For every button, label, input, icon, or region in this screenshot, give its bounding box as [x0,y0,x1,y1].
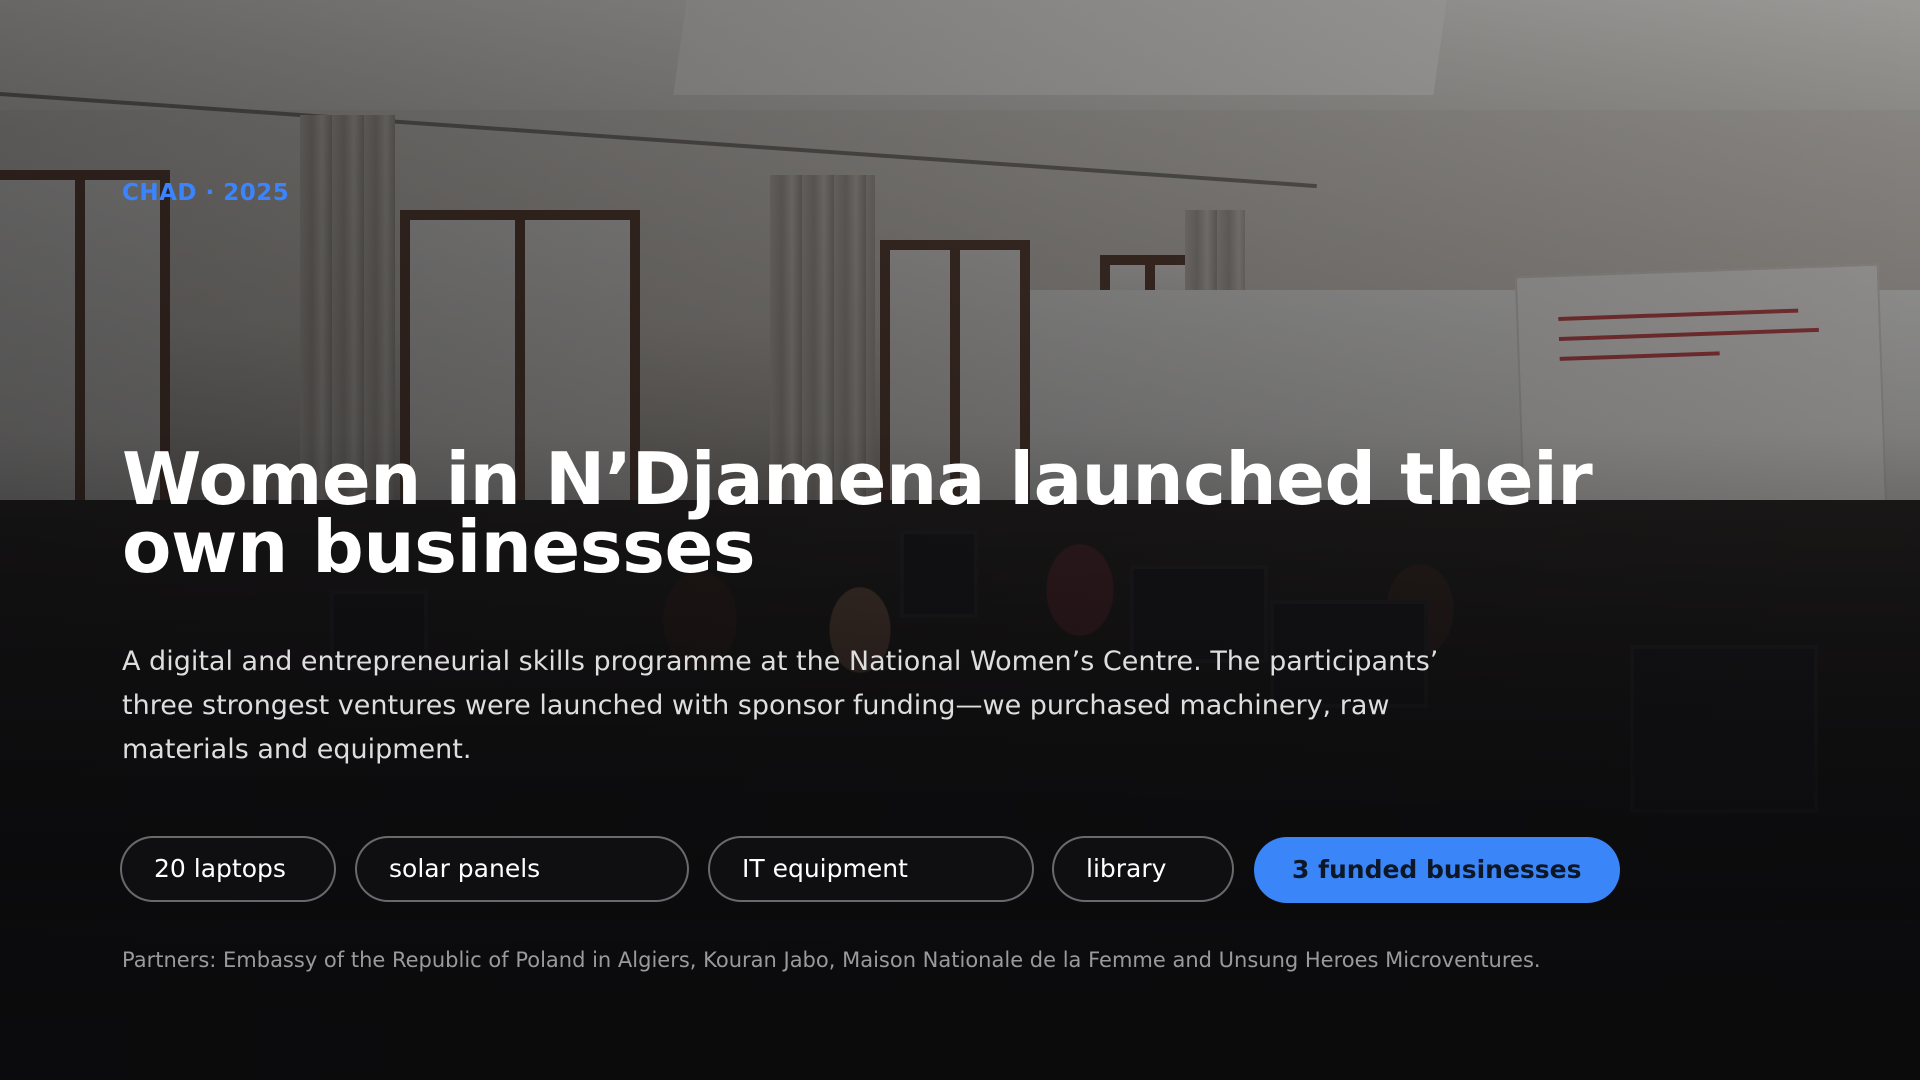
location-year-label: CHAD · 2025 [122,180,290,206]
tag-library: library [1052,836,1234,902]
hero-title: Women in N’Djamena launched their own bu… [122,437,1593,589]
partners-text: Partners: Embassy of the Republic of Pol… [122,948,1541,972]
funded-businesses-badge: 3 funded businesses [1254,837,1620,903]
tag-it-equipment: IT equipment [708,836,1034,902]
tag-solar-panels: solar panels [355,836,689,902]
tag-laptops: 20 laptops [120,836,336,902]
hero-description: A digital and entrepreneurial skills pro… [122,646,1439,765]
